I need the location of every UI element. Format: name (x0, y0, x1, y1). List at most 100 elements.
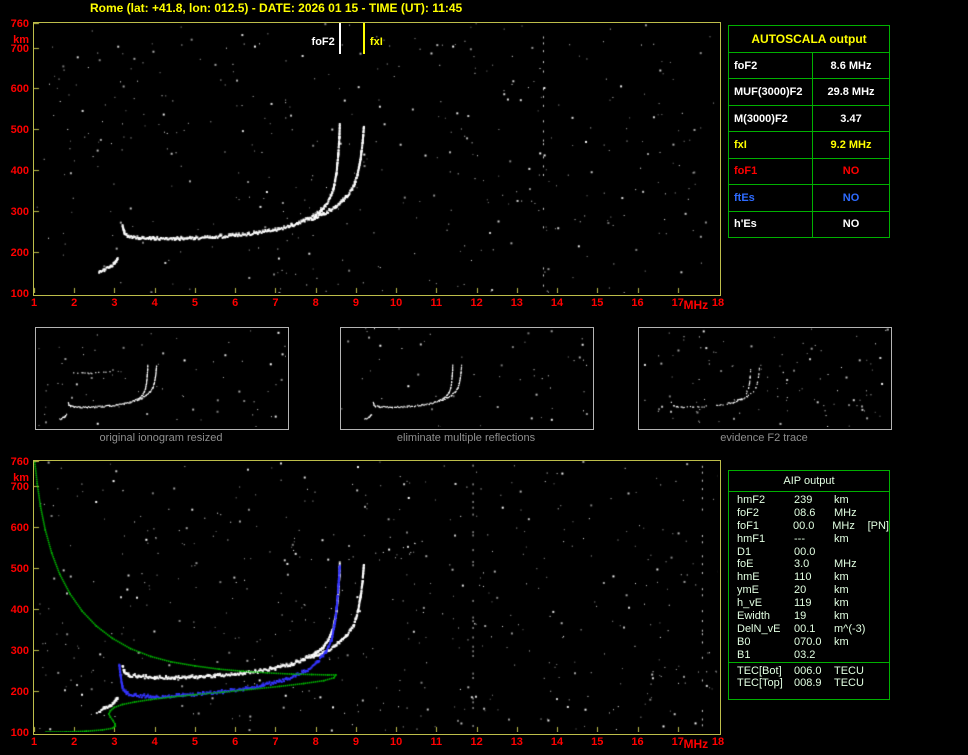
aip-param-unit: km (834, 532, 849, 545)
aip-tec-value: 008.9 (794, 677, 822, 690)
aip-tec-unit: TECU (834, 664, 864, 677)
x-axis-tick-label: 12 (470, 736, 483, 748)
autoscala-param-label: foF2 (729, 53, 813, 79)
x-axis-tick-label: 10 (389, 736, 403, 748)
eliminate-reflections-canvas (341, 328, 591, 427)
x-axis-tick-label: 5 (191, 736, 198, 748)
autoscala-param-value: NO (842, 165, 860, 178)
x-axis-tick-label: 4 (151, 297, 158, 309)
station-title: Rome (lat: +41.8, lon: 012.5) - DATE: 20… (90, 1, 463, 15)
y-axis-tick-label: 600 (10, 83, 29, 96)
aip-param-unit: MHz (834, 558, 857, 571)
autoscala-row: M(3000)F2 3.47 (729, 105, 889, 133)
aip-param-unit: km (834, 584, 849, 597)
aip-param-note (870, 610, 889, 623)
autoscala-param-label: ftEs (729, 185, 813, 211)
scaled-ionogram-canvas (34, 23, 718, 293)
aip-param-unit: km (834, 597, 849, 610)
y-axis-tick-label: 760 (10, 456, 29, 468)
aip-param-note (870, 623, 889, 636)
aip-param-note (870, 558, 889, 571)
aip-row: h_vE 119 km (729, 597, 889, 610)
aip-param-note (870, 494, 889, 507)
aip-row: DelN_vE 00.1 m^(-3) (729, 623, 889, 636)
evidence-f2-canvas (639, 328, 889, 427)
autoscala-param-label: MUF(3000)F2 (729, 79, 813, 105)
aip-param-value: 19 (794, 610, 807, 623)
aip-tec-label: TEC[Bot] (737, 664, 782, 677)
fof2-marker-line (338, 23, 341, 54)
autoscala-param-value: 9.2 MHz (830, 138, 872, 151)
aip-param-note (870, 533, 889, 546)
panel-caption-evidence: evidence F2 trace (720, 432, 808, 444)
autoscala-row: ftEs NO (729, 185, 889, 212)
aip-row: B0 070.0 km (729, 636, 889, 649)
aip-param-label: foF1 (737, 519, 760, 532)
aip-param-value: 3.0 (794, 558, 810, 571)
x-axis-tick-label: 9 (352, 736, 359, 748)
y-axis-tick-label: 300 (10, 644, 29, 657)
aip-row: B1 03.2 (729, 649, 889, 662)
aip-param-value: 119 (794, 597, 812, 610)
aip-tec-unit: TECU (834, 677, 864, 690)
aip-param-value: 08.6 (794, 506, 816, 519)
y-axis-tick-label: 400 (10, 165, 29, 178)
autoscala-param-label: h'Es (729, 211, 813, 237)
fxi-marker-line (362, 23, 365, 54)
aip-param-value: 110 (794, 571, 812, 584)
x-axis-unit-label: MHz (683, 298, 709, 312)
aip-tec-row: TEC[Bot] 006.0 TECU (729, 665, 889, 678)
aip-param-unit: km (834, 610, 849, 623)
aip-param-note (870, 636, 889, 649)
x-axis-tick-label: 17 (671, 297, 684, 309)
aip-param-unit (834, 649, 870, 662)
aip-param-label: B0 (737, 635, 751, 648)
x-axis-tick-label: 3 (111, 736, 118, 748)
fof2-marker-label: foF2 (311, 36, 335, 48)
y-axis-unit-label: km (13, 472, 29, 484)
aip-param-label: D1 (737, 545, 752, 558)
aip-param-value: 239 (794, 494, 813, 506)
aip-param-note (870, 649, 889, 662)
restored-ionogram-canvas (34, 461, 718, 732)
aip-param-value: 00.0 (794, 545, 816, 558)
x-axis-tick-label: 15 (591, 736, 604, 748)
x-axis-tick-label: 12 (470, 297, 483, 309)
aip-tec-rows: TEC[Bot] 006.0 TECU TEC[Top] 008.9 TECU (729, 663, 889, 691)
autoscala-param-label: M(3000)F2 (729, 105, 813, 132)
aip-param-label: foE (737, 558, 754, 571)
x-axis-tick-label: 9 (352, 297, 359, 309)
aip-param-label: B1 (737, 648, 751, 661)
autoscala-row: h'Es NO (729, 211, 889, 237)
aip-param-label: h_vE (737, 597, 763, 610)
aip-row: foF1 00.0 MHz [PN] (729, 520, 889, 533)
autoscala-table-title: AUTOSCALA output (729, 26, 889, 53)
aip-param-label: Ewidth (737, 610, 771, 623)
autoscala-param-value: NO (842, 218, 860, 231)
aip-tec-label: TEC[Top] (737, 677, 783, 690)
x-axis-tick-label: 6 (232, 297, 239, 309)
aip-param-label: DelN_vE (737, 622, 781, 635)
aip-param-note (870, 597, 889, 610)
aip-row: Ewidth 19 km (729, 610, 889, 623)
panel-caption-eliminate: eliminate multiple reflections (396, 432, 536, 444)
aip-row: hmE 110 km (729, 571, 889, 584)
aip-table-title: AIP output (783, 475, 835, 487)
aip-tec-value: 006.0 (794, 664, 822, 677)
autoscala-window: Rome (lat: +41.8, lon: 012.5) - DATE: 20… (0, 0, 968, 755)
x-axis-tick-label: 7 (272, 297, 279, 309)
autoscala-table-rows: foF2 8.6 MHz MUF(3000)F2 29.8 MHz M(3000)F2 3… (729, 53, 889, 237)
x-axis-tick-label: 2 (71, 297, 78, 309)
aip-tec-row: TEC[Top] 008.9 TECU (729, 677, 889, 690)
x-axis-tick-label: 10 (389, 297, 403, 309)
aip-param-label: hmF2 (737, 494, 766, 506)
aip-param-value: 00.0 (792, 519, 815, 532)
autoscala-param-value: 8.6 MHz (830, 59, 872, 72)
aip-param-label: hmF1 (737, 532, 766, 545)
x-axis-tick-label: 16 (631, 736, 644, 748)
autoscala-row: MUF(3000)F2 29.8 MHz (729, 79, 889, 106)
aip-row: foE 3.0 MHz (729, 558, 889, 571)
autoscala-param-value: NO (842, 191, 860, 204)
restored-ionogram-plot (33, 460, 721, 735)
aip-param-note: [PN] (867, 519, 889, 532)
